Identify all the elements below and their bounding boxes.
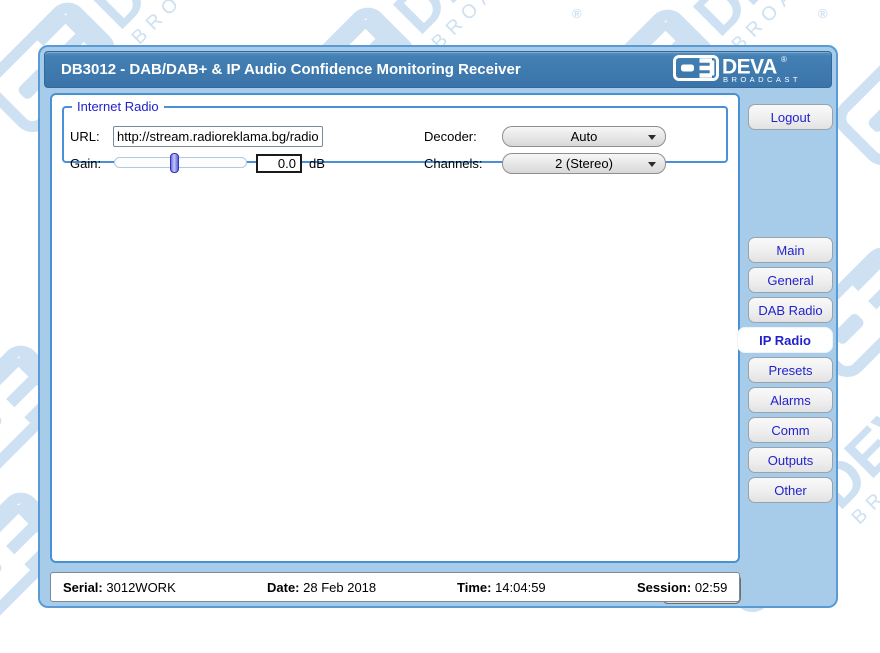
sidebar-item-other[interactable]: Other (748, 477, 833, 503)
internet-radio-legend: Internet Radio (72, 99, 164, 114)
decoder-label: Decoder: (424, 129, 477, 144)
session-value: 02:59 (695, 580, 728, 595)
page-title: DB3012 - DAB/DAB+ & IP Audio Confidence … (55, 61, 521, 78)
serial-status: Serial: 3012WORK (63, 580, 176, 595)
channels-label: Channels: (424, 156, 483, 171)
chevron-down-icon (648, 135, 656, 140)
sidebar-item-ip-radio[interactable]: IP Radio (737, 327, 833, 353)
deva-logo: DEVA ® BROADCAST (673, 53, 821, 86)
sidebar-item-outputs[interactable]: Outputs (748, 447, 833, 473)
serial-label: Serial: (63, 580, 103, 595)
content-panel: Internet Radio URL: Decoder: Auto Gain: … (50, 93, 740, 563)
sidebar-item-alarms[interactable]: Alarms (748, 387, 833, 413)
gain-value-input[interactable] (256, 154, 302, 173)
status-bar: Serial: 3012WORK Date: 28 Feb 2018 Time:… (50, 572, 740, 602)
serial-value: 3012WORK (106, 580, 175, 595)
gain-slider[interactable] (114, 157, 247, 168)
svg-text:®: ® (781, 55, 787, 64)
time-label: Time: (457, 580, 491, 595)
date-value: 28 Feb 2018 (303, 580, 376, 595)
app-window: DB3012 - DAB/DAB+ & IP Audio Confidence … (38, 45, 838, 608)
date-status: Date: 28 Feb 2018 (267, 580, 376, 595)
logout-button[interactable]: Logout (748, 104, 833, 130)
internet-radio-fieldset: Internet Radio URL: Decoder: Auto Gain: … (62, 99, 728, 163)
watermark-reg-mark: ® (818, 6, 828, 21)
sidebar-item-main[interactable]: Main (748, 237, 833, 263)
session-label: Session: (637, 580, 691, 595)
deva-logo-icon: DEVA ® BROADCAST (673, 53, 821, 83)
gain-unit-label: dB (309, 156, 325, 171)
gain-label: Gain: (70, 156, 101, 171)
svg-text:BROADCAST: BROADCAST (723, 75, 801, 83)
watermark-reg-mark: ® (572, 6, 582, 21)
sidebar-item-presets[interactable]: Presets (748, 357, 833, 383)
channels-selected-value: 2 (Stereo) (555, 156, 613, 171)
time-value: 14:04:59 (495, 580, 546, 595)
sidebar-item-general[interactable]: General (748, 267, 833, 293)
time-status: Time: 14:04:59 (457, 580, 546, 595)
sidebar-item-comm[interactable]: Comm (748, 417, 833, 443)
decoder-selected-value: Auto (571, 129, 598, 144)
chevron-down-icon (648, 162, 656, 167)
url-label: URL: (70, 129, 100, 144)
date-label: Date: (267, 580, 300, 595)
decoder-dropdown[interactable]: Auto (502, 126, 666, 147)
header-bar: DB3012 - DAB/DAB+ & IP Audio Confidence … (44, 51, 832, 88)
gain-slider-handle[interactable] (170, 153, 179, 173)
url-input[interactable] (113, 126, 323, 147)
session-status: Session: 02:59 (637, 580, 727, 595)
channels-dropdown[interactable]: 2 (Stereo) (502, 153, 666, 174)
sidebar-item-dab-radio[interactable]: DAB Radio (748, 297, 833, 323)
